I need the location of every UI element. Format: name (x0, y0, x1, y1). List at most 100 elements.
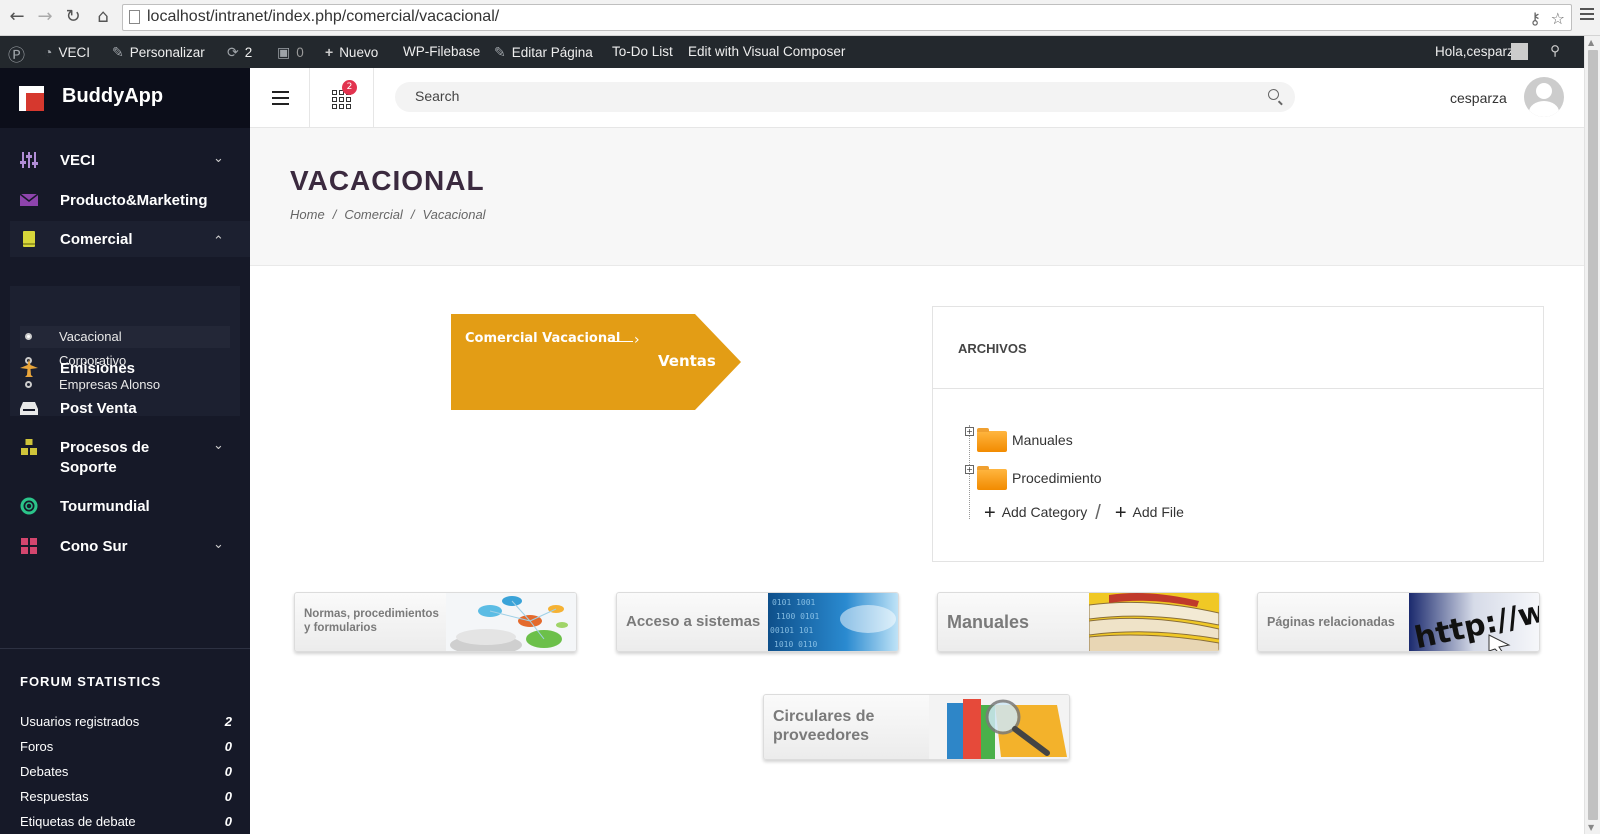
key-icon[interactable]: ⚷ (1529, 9, 1541, 28)
diagram-image (446, 593, 576, 651)
chevron-down-icon[interactable]: ⌄ (213, 437, 224, 453)
tile-circulares-proveedores[interactable]: Circulares de proveedores (763, 694, 1070, 760)
adminbar-search-icon[interactable]: ⚲ (1550, 43, 1560, 59)
page-icon (129, 10, 140, 24)
search-icon[interactable] (1268, 89, 1279, 100)
chevron-up-icon[interactable]: ⌃ (213, 233, 224, 249)
add-file-button[interactable]: + Add File (1115, 502, 1184, 524)
back-icon[interactable]: ← (6, 6, 28, 28)
chevron-down-icon[interactable]: ⌄ (213, 536, 224, 552)
adminbar-edit-page[interactable]: ✎ Editar Página (494, 44, 593, 61)
page-title: VACACIONAL (290, 165, 485, 196)
expand-icon[interactable]: + (965, 465, 974, 474)
folder-icon (977, 466, 1007, 490)
chevron-down-icon[interactable]: ⌄ (213, 150, 224, 166)
cubes-icon (21, 439, 37, 455)
svg-text:00101 101: 00101 101 (770, 626, 814, 635)
pencil-icon: ✎ (494, 44, 506, 60)
url-text[interactable]: localhost/intranet/index.php/comercial/v… (147, 8, 499, 26)
tile-acceso-sistemas[interactable]: Acceso a sistemas 0101 1001 1100 0101 0010… (616, 592, 899, 652)
folder-label[interactable]: Procedimiento (1012, 470, 1102, 486)
refresh-icon: ⟳ (227, 44, 239, 60)
adminbar-new[interactable]: + Nuevo (325, 44, 378, 60)
address-bar[interactable]: localhost/intranet/index.php/comercial/v… (122, 4, 1572, 31)
adminbar-greeting[interactable]: Hola,cesparza (1435, 44, 1521, 59)
sidebar-item-label: Emisiones (60, 360, 136, 377)
stat-row: Etiquetas de debate 0 (20, 814, 232, 829)
adminbar-todo[interactable]: To-Do List (612, 44, 673, 59)
archivos-title: ARCHIVOS (958, 341, 1027, 356)
menu-toggle-button[interactable] (250, 68, 310, 128)
flow-to-label: Ventas (658, 352, 716, 370)
brush-icon: ✎ (112, 44, 124, 60)
sidebar-divider (0, 648, 250, 649)
tree-folder-manuales[interactable]: + Manuales (965, 427, 1265, 453)
star-icon[interactable]: ☆ (1551, 9, 1565, 28)
scroll-up-icon[interactable]: ▲ (1588, 38, 1594, 47)
sidebar-item-veci[interactable]: VECI ⌄ (0, 142, 250, 178)
sidebar-item-comercial[interactable]: Comercial ⌃ (10, 221, 250, 257)
sidebar-item-label: Cono Sur (60, 538, 128, 555)
sidebar-item-producto-marketing[interactable]: Producto&Marketing (0, 182, 250, 218)
adminbar-updates[interactable]: ⟳ 2 (227, 44, 252, 61)
notification-badge: 2 (342, 80, 357, 95)
adminbar-filebase[interactable]: WP-Filebase (403, 44, 480, 59)
sidebar-item-tourmundial[interactable]: Tourmundial (0, 488, 250, 524)
top-header: 2 Search cesparza (250, 68, 1584, 128)
stat-label: Etiquetas de debate (20, 814, 136, 829)
tree-folder-procedimiento[interactable]: + Procedimiento (965, 465, 1265, 491)
header-username[interactable]: cesparza (1450, 90, 1507, 106)
chrome-menu-icon[interactable] (1580, 8, 1594, 23)
apps-grid-button[interactable]: 2 (310, 68, 374, 128)
search-input[interactable]: Search (395, 82, 1295, 112)
sidebar-item-emisiones[interactable]: Emisiones (0, 350, 250, 386)
submenu-label: Vacacional (59, 329, 122, 344)
browser-toolbar: ← → ↻ ⌂ localhost/intranet/index.php/com… (0, 0, 1600, 36)
breadcrumb: Home / Comercial / Vacacional (290, 207, 486, 222)
stat-label: Usuarios registrados (20, 714, 140, 729)
add-category-button[interactable]: + Add Category (984, 502, 1087, 524)
archivos-actions: + Add Category / + Add File (984, 502, 1184, 525)
forward-icon[interactable]: → (34, 6, 56, 28)
breadcrumb-home[interactable]: Home (290, 207, 325, 222)
folder-label[interactable]: Manuales (1012, 432, 1073, 448)
stat-row: Usuarios registrados 2 (20, 714, 232, 729)
tile-normas[interactable]: Normas, procedimientos y formularios (294, 592, 577, 652)
svg-text:1100 0101: 1100 0101 (776, 612, 820, 621)
avatar[interactable] (1524, 77, 1564, 117)
sidebar-item-post-venta[interactable]: Post Venta (0, 390, 250, 426)
flow-from-label: Comercial Vacacional (465, 331, 621, 346)
brand-name: BuddyApp (62, 85, 164, 107)
adminbar-visual-composer[interactable]: Edit with Visual Composer (688, 44, 845, 59)
submenu-item-vacacional[interactable]: Vacacional (20, 326, 230, 348)
home-icon[interactable]: ⌂ (92, 6, 114, 28)
stat-value: 2 (224, 714, 232, 729)
adminbar-comments[interactable]: ▣ 0 (277, 44, 304, 61)
adminbar-site[interactable]: ◔ VECI (44, 44, 90, 60)
reload-icon[interactable]: ↻ (62, 6, 84, 28)
tile-paginas-relacionadas[interactable]: Páginas relacionadas http://www (1257, 592, 1540, 652)
stat-row: Respuestas 0 (20, 789, 232, 804)
flow-line (609, 341, 633, 342)
wordpress-logo-icon[interactable]: Ⓟ (8, 41, 25, 66)
stat-label: Respuestas (20, 789, 89, 804)
inbox-icon (20, 402, 38, 415)
archivos-header: ARCHIVOS (933, 307, 1543, 389)
sidebar-item-procesos-soporte[interactable]: Procesos de Soporte ⌄ (0, 429, 250, 485)
adminbar-avatar[interactable] (1511, 43, 1528, 60)
tile-manuales[interactable]: Manuales (937, 592, 1220, 652)
page-scrollbar[interactable]: ▲ ▼ (1584, 36, 1600, 834)
folder-icon (977, 428, 1007, 452)
envelope-icon (20, 193, 38, 206)
sidebar-item-cono-sur[interactable]: Cono Sur ⌄ (0, 528, 250, 564)
stat-value: 0 (224, 814, 232, 829)
expand-icon[interactable]: + (965, 427, 974, 436)
flow-arrow-banner[interactable]: Comercial Vacacional › Ventas (451, 314, 741, 410)
sidebar-item-label: Tourmundial (60, 498, 150, 515)
scroll-thumb[interactable] (1588, 50, 1598, 820)
brand[interactable]: BuddyApp (0, 68, 250, 128)
sidebar-item-label: Post Venta (60, 400, 137, 417)
breadcrumb-comercial[interactable]: Comercial (344, 207, 403, 222)
adminbar-customize[interactable]: ✎ Personalizar (112, 44, 205, 61)
scroll-down-icon[interactable]: ▼ (1588, 823, 1594, 832)
